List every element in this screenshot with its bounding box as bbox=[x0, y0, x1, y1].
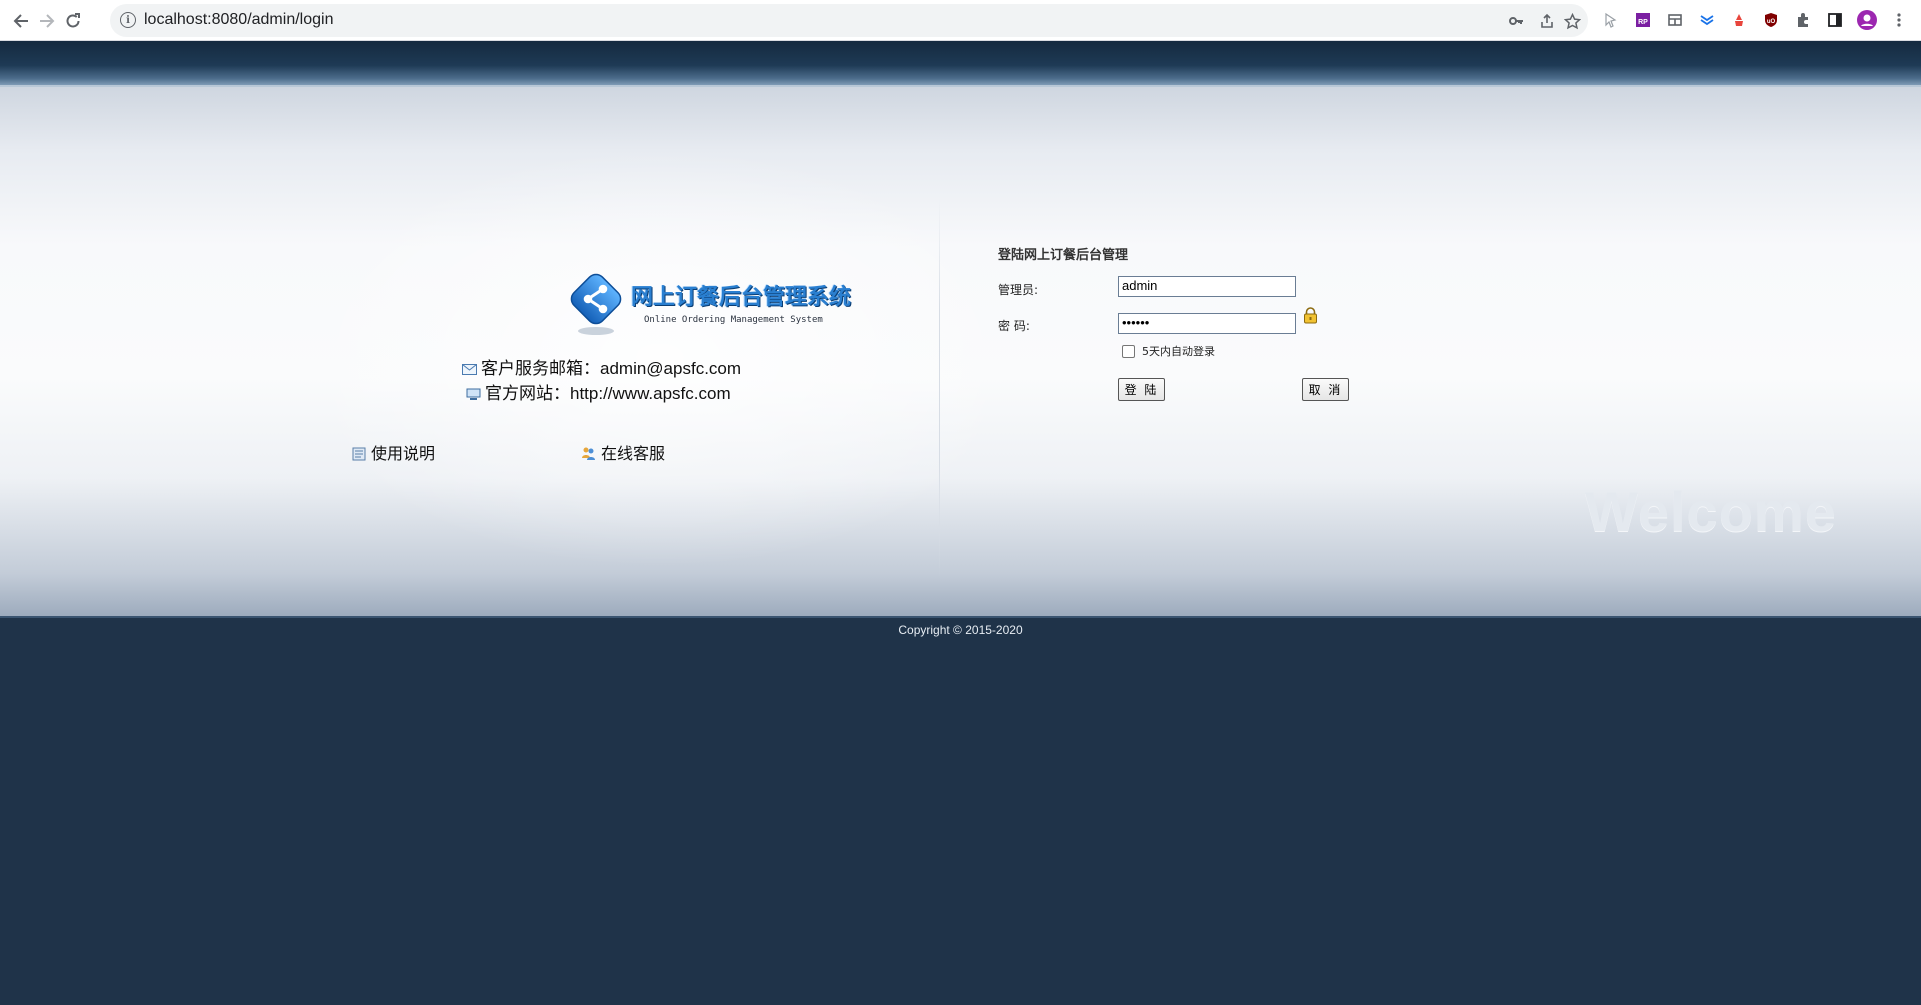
url-text[interactable]: localhost:8080/admin/login bbox=[144, 11, 333, 29]
ublock-icon[interactable]: uO bbox=[1761, 10, 1781, 30]
envelope-icon bbox=[462, 364, 477, 376]
fire-icon[interactable] bbox=[1729, 10, 1749, 30]
remember-label: 5天内自动登录 bbox=[1142, 345, 1215, 358]
reload-icon bbox=[66, 13, 80, 28]
profile-avatar[interactable] bbox=[1857, 10, 1877, 30]
rp-icon[interactable]: RP bbox=[1633, 10, 1653, 30]
browser-toolbar: i localhost:8080/admin/login RP uO bbox=[0, 0, 1921, 41]
forward-button[interactable] bbox=[34, 8, 60, 34]
share-icon[interactable] bbox=[1537, 11, 1557, 31]
monitor-icon bbox=[466, 388, 481, 401]
username-input[interactable]: admin bbox=[1118, 276, 1296, 297]
arrow-left-icon bbox=[13, 14, 28, 28]
contact-website: 官方网站：http://www.apsfc.com bbox=[466, 379, 731, 404]
svg-text:uO: uO bbox=[1767, 19, 1776, 25]
remember-me[interactable]: 5天内自动登录 bbox=[1122, 343, 1215, 359]
password-label: 密 码: bbox=[998, 319, 1030, 333]
info-icon[interactable]: i bbox=[120, 12, 136, 28]
form-title: 登陆网上订餐后台管理 bbox=[998, 248, 1129, 263]
share-logo-icon bbox=[570, 273, 622, 335]
app-logo: 网上订餐后台管理系统 Online Ordering Management Sy… bbox=[566, 273, 856, 348]
logo-subtitle: Online Ordering Management System bbox=[644, 315, 823, 325]
address-bar[interactable]: i localhost:8080/admin/login bbox=[110, 4, 1588, 37]
download-icon[interactable] bbox=[1697, 10, 1717, 30]
cancel-button[interactable]: 取 消 bbox=[1302, 378, 1349, 401]
lock-icon bbox=[1304, 307, 1317, 324]
password-input[interactable]: •••••• bbox=[1118, 313, 1296, 334]
key-icon[interactable] bbox=[1506, 11, 1526, 31]
online-service-link[interactable]: 在线客服 bbox=[581, 440, 665, 464]
pointer-icon[interactable] bbox=[1601, 10, 1621, 30]
help-link[interactable]: 使用说明 bbox=[352, 440, 435, 464]
contact-email: 客户服务邮箱：admin@apsfc.com bbox=[462, 354, 741, 379]
online-service-link-text[interactable]: 在线客服 bbox=[601, 446, 665, 463]
username-label: 管理员: bbox=[998, 283, 1039, 297]
login-button[interactable]: 登 陆 bbox=[1118, 378, 1165, 401]
reload-button[interactable] bbox=[60, 8, 86, 34]
contact-email-text: 客户服务邮箱：admin@apsfc.com bbox=[481, 359, 742, 378]
arrow-right-icon bbox=[40, 14, 55, 28]
welcome-watermark: Welcome bbox=[1585, 480, 1837, 543]
more-icon[interactable] bbox=[1889, 10, 1909, 30]
sidepanel-icon[interactable] bbox=[1825, 10, 1845, 30]
star-icon[interactable] bbox=[1562, 11, 1582, 31]
document-icon bbox=[352, 447, 366, 461]
remember-checkbox[interactable] bbox=[1122, 344, 1135, 358]
logo-title: 网上订餐后台管理系统 bbox=[631, 284, 852, 310]
users-icon bbox=[582, 447, 595, 460]
header-bar bbox=[0, 41, 1921, 85]
login-panel: 网上订餐后台管理系统 Online Ordering Management Sy… bbox=[0, 87, 1921, 616]
copyright-text: Copyright © 2015-2020 bbox=[898, 623, 1023, 637]
login-page: 网上订餐后台管理系统 Online Ordering Management Sy… bbox=[0, 41, 1921, 1005]
back-button[interactable] bbox=[8, 8, 34, 34]
panel-divider bbox=[939, 197, 940, 577]
contact-website-text: 官方网站：http://www.apsfc.com bbox=[485, 384, 731, 403]
svg-text:RP: RP bbox=[1638, 19, 1648, 26]
puzzle-icon[interactable] bbox=[1793, 10, 1813, 30]
store-icon[interactable] bbox=[1665, 10, 1685, 30]
help-link-text[interactable]: 使用说明 bbox=[371, 446, 435, 463]
